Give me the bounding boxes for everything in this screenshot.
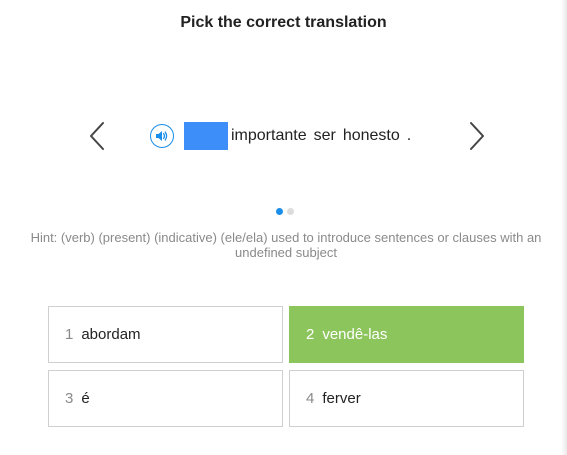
option-3[interactable]: 3 é (48, 370, 283, 427)
window-edge-shadow (561, 0, 567, 455)
previous-button[interactable] (86, 120, 110, 152)
play-audio-button[interactable] (150, 124, 174, 148)
page-title: Pick the correct translation (180, 14, 387, 31)
option-label: abordam (81, 326, 141, 343)
option-label: é (81, 390, 90, 407)
option-4[interactable]: 4 ferver (289, 370, 524, 427)
sentence-word: importante (231, 127, 307, 144)
sentence-row: importante ser honesto . (150, 122, 418, 150)
pagination-dot[interactable] (287, 208, 294, 215)
next-button[interactable] (464, 120, 488, 152)
option-2[interactable]: 2 vendê-las (289, 306, 524, 363)
pagination-dots (276, 208, 294, 215)
chevron-left-icon (90, 122, 104, 150)
answer-blank[interactable] (184, 122, 228, 150)
sentence-punctuation: . (406, 127, 412, 144)
option-label: vendê-las (322, 326, 388, 343)
option-number: 4 (306, 390, 315, 407)
hint-text: Hint: (verb) (present) (indicative) (ele… (30, 230, 542, 260)
option-number: 3 (65, 390, 74, 407)
sentence-word: ser (313, 127, 336, 144)
option-number: 2 (306, 326, 315, 343)
sentence-word: honesto (342, 127, 400, 144)
chevron-right-icon (470, 122, 484, 150)
option-label: ferver (322, 390, 361, 407)
option-1[interactable]: 1 abordam (48, 306, 283, 363)
speaker-icon (156, 131, 168, 141)
option-number: 1 (65, 326, 74, 343)
pagination-dot-active[interactable] (276, 208, 283, 215)
